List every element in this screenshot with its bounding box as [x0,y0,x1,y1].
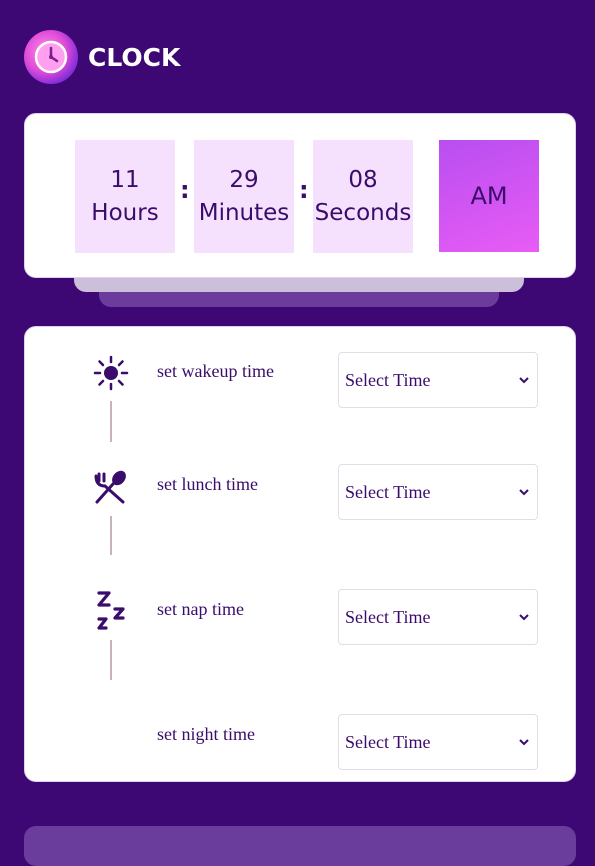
time-separator: : [180,176,190,204]
wakeup-time-select[interactable]: Select Time [338,352,538,408]
chevron-down-icon [519,489,529,496]
minutes-label: Minutes [198,199,290,226]
wakeup-select-value: Select Time [345,369,431,390]
timeline-connector [110,516,112,555]
am-pm-indicator: AM [439,140,539,252]
wakeup-label: set wakeup time [157,361,274,381]
timeline-connector [110,640,112,680]
minutes-value: 29 [229,166,259,193]
night-select-value: Select Time [345,731,431,752]
hours-value: 11 [110,166,140,193]
chevron-down-icon [519,739,529,746]
timeline-connector [110,401,112,442]
time-separator: : [299,176,309,204]
seconds-label: Seconds [314,199,412,226]
lunch-label: set lunch time [157,474,258,494]
app-title: CLOCK [88,42,181,72]
night-label: set night time [157,724,255,744]
sun-icon [87,349,135,397]
chevron-down-icon [519,377,529,384]
hours-box: 11 Hours [75,140,175,253]
hours-label: Hours [91,199,159,226]
fork-spoon-icon [87,464,135,512]
seconds-box: 08 Seconds [313,140,413,253]
time-display-card: 11 Hours : 29 Minutes : 08 Seconds AM [24,113,576,278]
seconds-value: 08 [348,166,378,193]
lunch-time-select[interactable]: Select Time [338,464,538,520]
app-logo: CLOCK [24,30,180,84]
minutes-box: 29 Minutes [194,140,294,253]
clock-logo-icon [24,30,78,84]
nap-select-value: Select Time [345,606,431,627]
nap-label: set nap time [157,599,244,619]
schedule-card: set wakeup time Select Time set lunch ti… [24,326,576,782]
night-time-select[interactable]: Select Time [338,714,538,770]
lunch-select-value: Select Time [345,481,431,502]
sleep-zzz-icon [87,587,135,635]
bottom-card [24,826,576,866]
nap-time-select[interactable]: Select Time [338,589,538,645]
chevron-down-icon [519,614,529,621]
